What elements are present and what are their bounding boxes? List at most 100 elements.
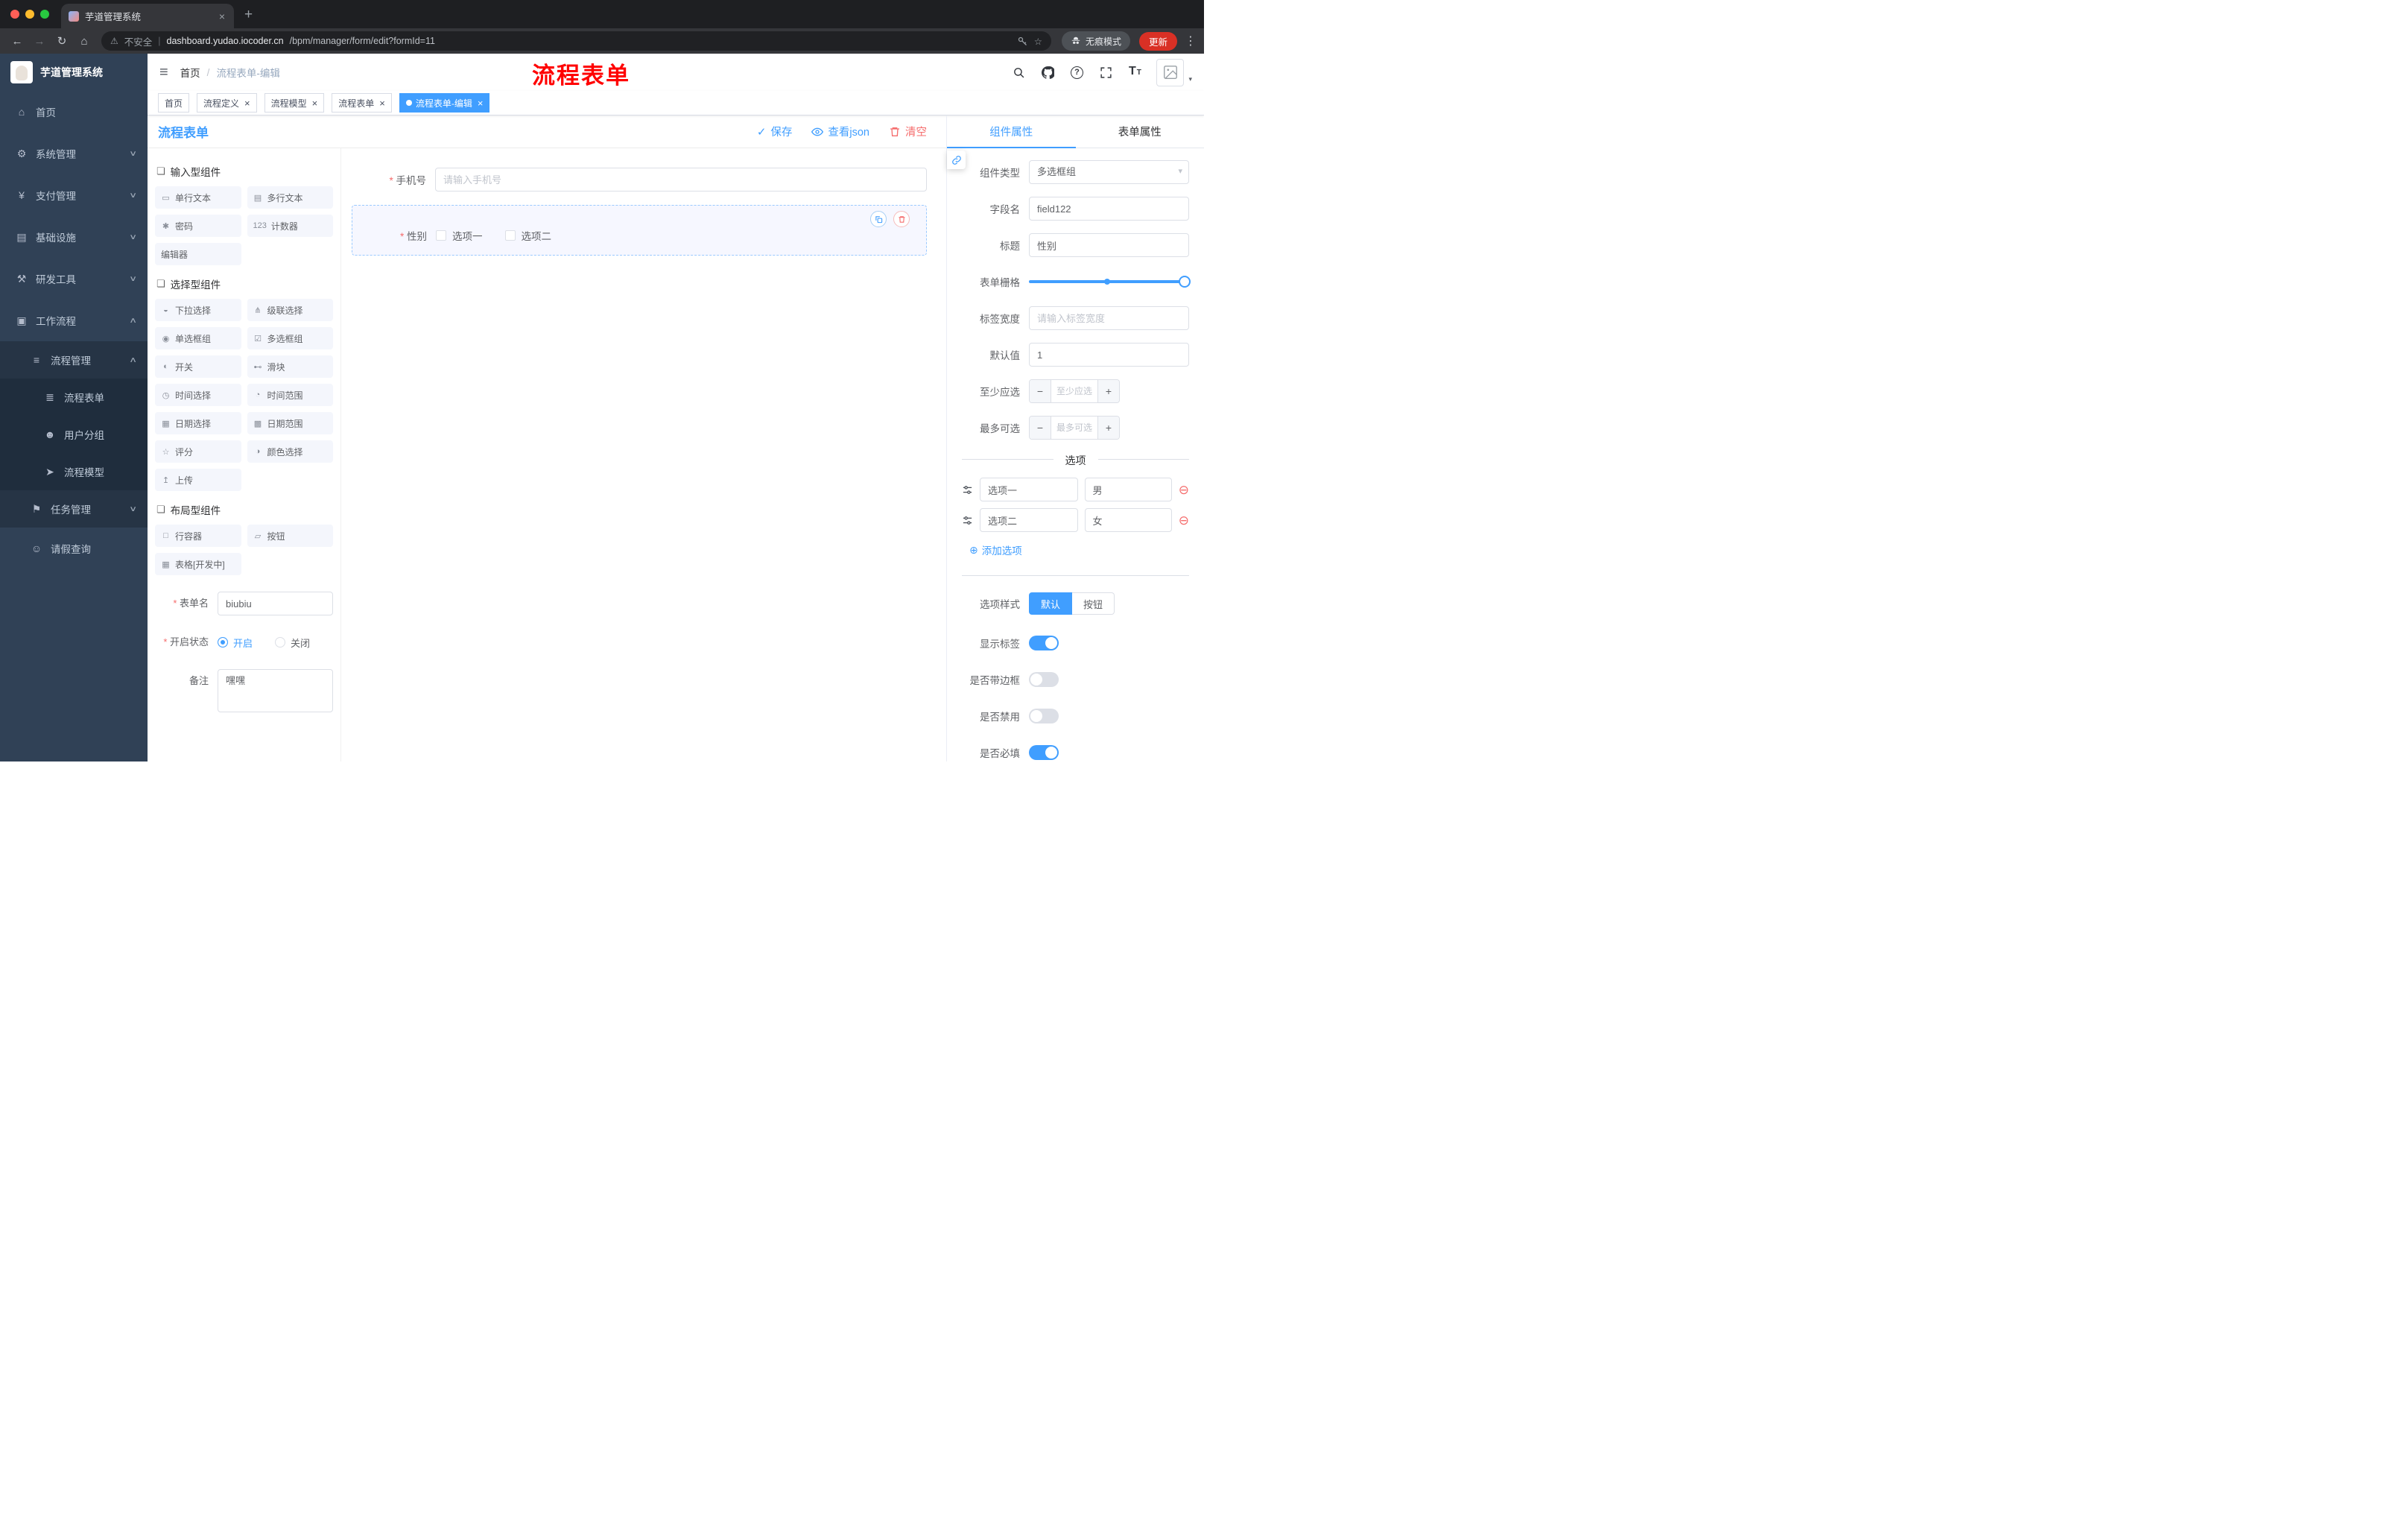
sidebar-item-leave-query[interactable]: ☺ 请假查询 [0, 528, 148, 569]
checkbox-icon[interactable] [504, 230, 516, 241]
password-key-icon[interactable] [1017, 36, 1028, 47]
status-off-radio[interactable]: 关闭 [275, 636, 310, 650]
tab-component-props[interactable]: 组件属性 [947, 115, 1076, 148]
toggle-switch[interactable] [1029, 672, 1059, 687]
stepper-plus-icon[interactable]: + [1097, 380, 1119, 402]
github-icon[interactable] [1040, 65, 1055, 80]
minimize-window-button[interactable] [25, 10, 34, 19]
title-input[interactable] [1029, 233, 1189, 257]
add-option-button[interactable]: ⊕ 添加选项 [969, 542, 1189, 557]
breadcrumb-home[interactable]: 首页 [180, 65, 200, 80]
palette-component[interactable]: ◑ 颜色选择 [247, 440, 333, 463]
clear-button[interactable]: 清空 [889, 124, 927, 139]
update-button[interactable]: 更新 [1138, 31, 1177, 51]
tab-close-icon[interactable]: × [218, 10, 226, 22]
delete-component-button[interactable] [893, 211, 910, 227]
bookmark-star-icon[interactable]: ☆ [1034, 36, 1042, 47]
style-segment-button[interactable]: 默认 [1029, 592, 1073, 615]
sidebar-item-payment[interactable]: ¥ 支付管理 ∨ [0, 174, 148, 216]
option-value-input[interactable] [1084, 508, 1172, 532]
checkbox-option[interactable]: 选项一 [436, 228, 483, 243]
font-size-icon[interactable]: TT [1127, 65, 1142, 80]
back-icon[interactable]: ← [7, 31, 27, 51]
stepper-plus-icon[interactable]: + [1097, 417, 1119, 439]
palette-component[interactable]: □ 行容器 [155, 525, 241, 547]
tag-close-icon[interactable]: × [379, 98, 385, 108]
checkbox-icon[interactable] [436, 230, 446, 241]
remove-option-icon[interactable]: ⊖ [1179, 484, 1189, 496]
avatar-caret-icon[interactable]: ▾ [1188, 75, 1192, 83]
view-tag[interactable]: 流程表单 × [332, 93, 392, 113]
remove-option-icon[interactable]: ⊖ [1179, 514, 1189, 527]
palette-component[interactable]: ☑ 多选框组 [247, 327, 333, 349]
min-select-input[interactable] [1051, 380, 1097, 402]
view-tag[interactable]: 流程模型 × [264, 93, 325, 113]
view-tag[interactable]: 首页 × [158, 93, 190, 113]
tab-form-props[interactable]: 表单属性 [1076, 115, 1205, 148]
help-icon[interactable]: ? [1069, 65, 1084, 80]
form-name-input[interactable] [218, 592, 333, 615]
avatar[interactable] [1156, 58, 1185, 86]
save-button[interactable]: ✓ 保存 [757, 124, 793, 139]
link-float-button[interactable] [947, 151, 966, 169]
sidebar-item-home[interactable]: ⌂ 首页 [0, 91, 148, 133]
new-tab-button[interactable]: + [244, 7, 253, 23]
palette-component[interactable]: ▭ 单行文本 [155, 186, 241, 209]
toggle-switch[interactable] [1029, 709, 1059, 723]
fullscreen-icon[interactable] [1098, 65, 1113, 80]
option-value-input[interactable] [1084, 478, 1172, 501]
palette-component[interactable]: ▩ 日期范围 [247, 412, 333, 434]
palette-component[interactable]: ◔ 时间范围 [247, 384, 333, 406]
palette-component[interactable]: ⋔ 级联选择 [247, 299, 333, 321]
zoom-window-button[interactable] [40, 10, 49, 19]
sidebar-item-infrastructure[interactable]: ▤ 基础设施 ∨ [0, 216, 148, 258]
view-tag[interactable]: 流程表单-编辑 × [399, 93, 490, 113]
sidebar-item-process-model[interactable]: ➤ 流程模型 [0, 453, 148, 490]
sidebar-item-system[interactable]: ⚙ 系统管理 ∨ [0, 133, 148, 174]
palette-component[interactable]: ◉ 单选框组 [155, 327, 241, 349]
hamburger-icon[interactable]: ≡ [159, 64, 168, 81]
close-window-button[interactable] [10, 10, 19, 19]
remark-textarea[interactable]: 嘿嘿 [218, 669, 333, 712]
style-segment-button[interactable]: 按钮 [1072, 592, 1115, 615]
phone-form-item[interactable]: 手机号 [352, 168, 927, 191]
sidebar-item-process-form[interactable]: ≣ 流程表单 [0, 379, 148, 416]
stepper-minus-icon[interactable]: − [1030, 417, 1051, 439]
field-name-input[interactable] [1029, 197, 1189, 221]
palette-component[interactable]: ✱ 密码 [155, 215, 241, 237]
palette-component[interactable]: ⊷ 滑块 [247, 355, 333, 378]
palette-component[interactable]: ▦ 日期选择 [155, 412, 241, 434]
search-icon[interactable] [1011, 65, 1026, 80]
palette-component[interactable]: ☆ 评分 [155, 440, 241, 463]
drag-handle-icon[interactable] [962, 484, 973, 495]
grid-slider[interactable] [1029, 270, 1191, 294]
palette-component[interactable]: 编辑器 [155, 243, 241, 265]
home-browser-icon[interactable]: ⌂ [75, 31, 94, 51]
sidebar-item-task-management[interactable]: ⚑ 任务管理 ∨ [0, 490, 148, 528]
sidebar-item-user-group[interactable]: ☻ 用户分组 [0, 416, 148, 453]
label-width-input[interactable] [1029, 306, 1189, 330]
option-name-input[interactable] [980, 508, 1078, 532]
toggle-switch[interactable] [1029, 745, 1059, 760]
reload-icon[interactable]: ↻ [52, 31, 72, 51]
palette-component[interactable]: ◷ 时间选择 [155, 384, 241, 406]
tag-close-icon[interactable]: × [244, 98, 250, 108]
address-bar[interactable]: ⚠ 不安全 | dashboard.yudao.iocoder.cn/bpm/m… [101, 31, 1051, 51]
tag-close-icon[interactable]: × [478, 98, 484, 108]
browser-menu-icon[interactable]: ⋮ [1185, 34, 1197, 48]
component-type-select[interactable]: 多选框组 ▾ [1029, 160, 1189, 184]
phone-input[interactable] [435, 168, 927, 191]
forward-icon[interactable]: → [30, 31, 49, 51]
palette-component[interactable]: ▤ 多行文本 [247, 186, 333, 209]
browser-tab[interactable]: 芋道管理系统 × [61, 4, 234, 28]
drag-handle-icon[interactable] [962, 515, 973, 526]
sidebar-item-process-management[interactable]: ≡ 流程管理 ∧ [0, 341, 148, 379]
status-on-radio[interactable]: 开启 [218, 636, 253, 650]
slider-handle[interactable] [1179, 276, 1191, 288]
max-select-input[interactable] [1051, 417, 1097, 439]
palette-component[interactable]: ▱ 按钮 [247, 525, 333, 547]
tag-close-icon[interactable]: × [312, 98, 318, 108]
app-logo-row[interactable]: 芋道管理系统 [0, 54, 148, 91]
palette-component[interactable]: ◐ 开关 [155, 355, 241, 378]
form-canvas[interactable]: 手机号 [341, 148, 946, 762]
